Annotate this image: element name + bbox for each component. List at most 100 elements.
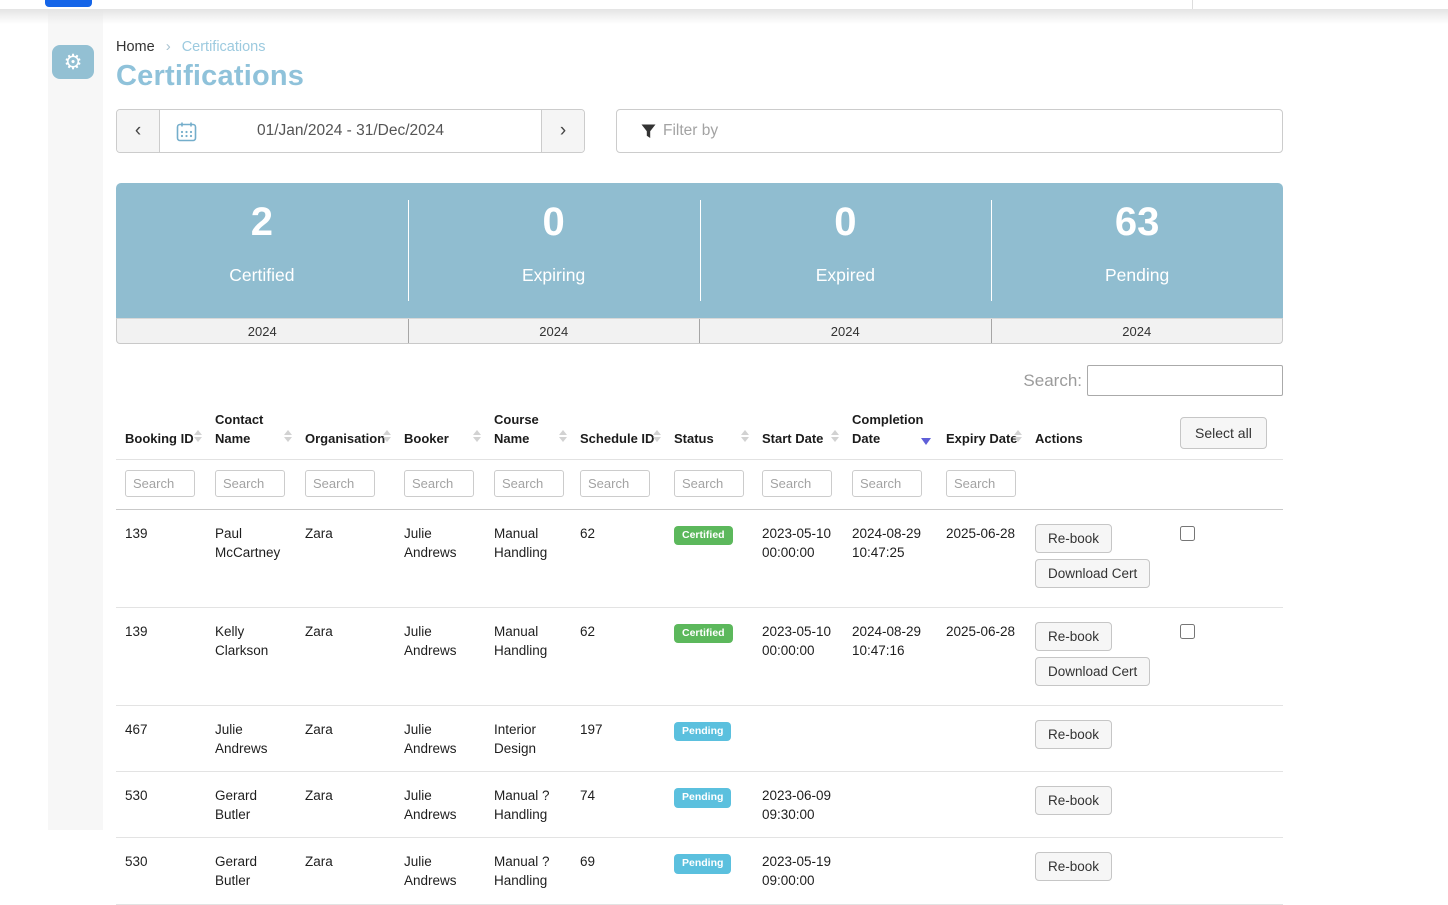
- cell-course-name: Interior Design: [485, 705, 571, 771]
- column-header-label: Booking ID: [125, 431, 194, 446]
- sort-down-icon: [741, 437, 749, 442]
- cell-organisation: Zara: [296, 509, 395, 607]
- re-book-button[interactable]: Re-book: [1035, 524, 1112, 553]
- stats-summary: 2Certified0Expiring0Expired63Pending 202…: [116, 183, 1283, 344]
- column-header-booking-id[interactable]: Booking ID: [116, 403, 206, 459]
- page-title: Certifications: [116, 60, 1283, 93]
- stat-tile-expired[interactable]: 0Expired: [700, 183, 992, 318]
- table-header-row: Booking ID Contact Name OrganisationBooker…: [116, 403, 1283, 459]
- stat-year-expired[interactable]: 2024: [699, 319, 991, 343]
- cell-course-name: Manual ? Handling: [485, 838, 571, 904]
- cell-expiry-date: [937, 772, 1026, 838]
- sort-arrows-icon: [741, 430, 749, 442]
- top-bar: [0, 0, 1448, 9]
- search-label: Search:: [1023, 371, 1082, 391]
- cell-course-name: Manual ? Handling: [485, 772, 571, 838]
- stat-year-certified[interactable]: 2024: [117, 319, 408, 343]
- stat-label: Expiring: [522, 265, 585, 286]
- table-filter-row: [116, 459, 1283, 509]
- download-cert-button[interactable]: Download Cert: [1035, 657, 1150, 686]
- topbar-shadow: [0, 9, 1448, 24]
- stat-tile-pending[interactable]: 63Pending: [991, 183, 1283, 318]
- stat-tile-expiring[interactable]: 0Expiring: [408, 183, 700, 318]
- cell-contact-name: Kelly Clarkson: [206, 607, 296, 705]
- column-search-input-contact-name[interactable]: [215, 470, 285, 497]
- cell-contact-name: Gerard Butler: [206, 772, 296, 838]
- column-header-actions: Actions: [1026, 403, 1171, 459]
- sort-arrows-icon: [194, 430, 202, 442]
- breadcrumb-home-link[interactable]: Home: [116, 39, 155, 55]
- status-badge: Pending: [674, 722, 731, 742]
- column-search-cell-actions: [1026, 459, 1171, 509]
- cell-completion-date: [843, 838, 937, 904]
- filter-input[interactable]: [617, 110, 1282, 152]
- date-prev-button[interactable]: [117, 110, 160, 152]
- column-search-cell-booker: [395, 459, 485, 509]
- cell-schedule-id: 74: [571, 772, 665, 838]
- table-row: 530Gerard ButlerZaraJulie AndrewsManual …: [116, 838, 1283, 904]
- table-row: 139Paul McCartneyZaraJulie AndrewsManual…: [116, 509, 1283, 607]
- column-header-schedule-id[interactable]: Schedule ID: [571, 403, 665, 459]
- column-header-label: Expiry Date: [946, 431, 1018, 446]
- column-header-contact-name[interactable]: Contact Name: [206, 403, 296, 459]
- cell-expiry-date: [937, 838, 1026, 904]
- sort-up-icon: [383, 430, 391, 435]
- column-search-input-organisation[interactable]: [305, 470, 375, 497]
- column-header-label: Contact Name: [215, 412, 263, 446]
- column-search-cell-completion-date: [843, 459, 937, 509]
- stat-value: 2: [251, 202, 273, 242]
- column-search-input-status[interactable]: [674, 470, 744, 497]
- cell-completion-date: [843, 705, 937, 771]
- cell-schedule-id: 197: [571, 705, 665, 771]
- cell-start-date: 2023-05-10 00:00:00: [753, 607, 843, 705]
- date-next-button[interactable]: [541, 110, 584, 152]
- column-header-start-date[interactable]: Start Date: [753, 403, 843, 459]
- topbar-blue-button[interactable]: [45, 0, 92, 7]
- re-book-button[interactable]: Re-book: [1035, 622, 1112, 651]
- re-book-button[interactable]: Re-book: [1035, 852, 1112, 881]
- sort-up-icon: [284, 430, 292, 435]
- column-search-input-booking-id[interactable]: [125, 470, 195, 497]
- column-search-input-course-name[interactable]: [494, 470, 564, 497]
- stat-label: Expired: [816, 265, 875, 286]
- column-header-course-name[interactable]: Course Name: [485, 403, 571, 459]
- cell-status: Pending: [665, 772, 753, 838]
- column-search-input-schedule-id[interactable]: [580, 470, 650, 497]
- breadcrumb: Home Certifications: [116, 38, 1283, 55]
- re-book-button[interactable]: Re-book: [1035, 720, 1112, 749]
- column-header-completion-date[interactable]: Completion Date: [843, 403, 937, 459]
- column-header-booker[interactable]: Booker: [395, 403, 485, 459]
- row-checkbox[interactable]: [1180, 526, 1195, 541]
- column-search-input-completion-date[interactable]: [852, 470, 922, 497]
- stat-tile-certified[interactable]: 2Certified: [116, 183, 408, 318]
- column-search-input-expiry-date[interactable]: [946, 470, 1016, 497]
- row-checkbox[interactable]: [1180, 624, 1195, 639]
- sort-down-icon: [559, 437, 567, 442]
- cell-booker: Julie Andrews: [395, 607, 485, 705]
- stat-year-expiring[interactable]: 2024: [408, 319, 700, 343]
- column-search-cell-organisation: [296, 459, 395, 509]
- column-header-expiry-date[interactable]: Expiry Date: [937, 403, 1026, 459]
- cell-contact-name: Paul McCartney: [206, 509, 296, 607]
- sort-up-icon: [194, 430, 202, 435]
- column-search-input-start-date[interactable]: [762, 470, 832, 497]
- column-search-input-booker[interactable]: [404, 470, 474, 497]
- stat-year-pending[interactable]: 2024: [991, 319, 1283, 343]
- global-search-row: Search:: [116, 365, 1283, 396]
- cell-start-date: 2023-05-10 00:00:00: [753, 509, 843, 607]
- sort-desc-icon: [921, 438, 931, 445]
- global-search-input[interactable]: [1087, 365, 1283, 396]
- column-header-organisation[interactable]: Organisation: [296, 403, 395, 459]
- cell-booker: Julie Andrews: [395, 509, 485, 607]
- date-range-display[interactable]: 01/Jan/2024 - 31/Dec/2024: [160, 110, 541, 152]
- cell-organisation: Zara: [296, 705, 395, 771]
- column-header-label: Course Name: [494, 412, 539, 446]
- column-header-status[interactable]: Status: [665, 403, 753, 459]
- settings-gear-icon[interactable]: [52, 45, 94, 79]
- re-book-button[interactable]: Re-book: [1035, 786, 1112, 815]
- download-cert-button[interactable]: Download Cert: [1035, 559, 1150, 588]
- cell-organisation: Zara: [296, 772, 395, 838]
- select-all-button[interactable]: Select all: [1180, 417, 1267, 449]
- table-body: 139Paul McCartneyZaraJulie AndrewsManual…: [116, 509, 1283, 904]
- cell-start-date: 2023-06-09 09:30:00: [753, 772, 843, 838]
